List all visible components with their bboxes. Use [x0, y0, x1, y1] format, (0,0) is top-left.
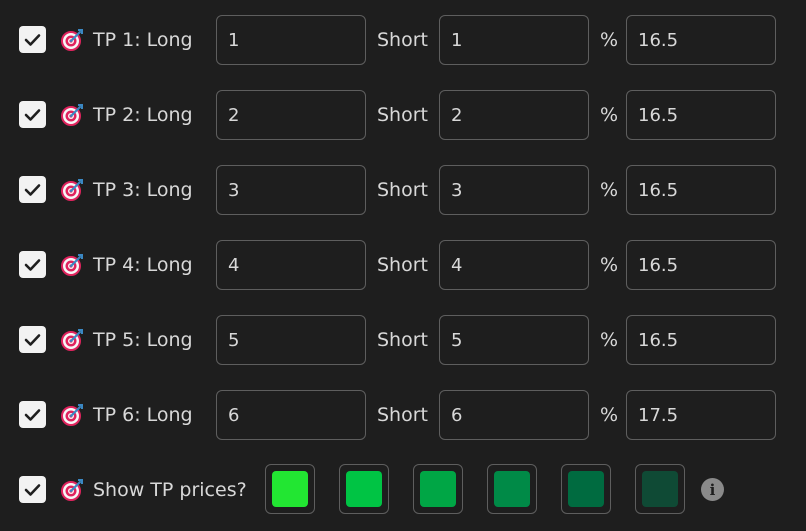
tp-1-color-swatch[interactable]	[265, 464, 315, 514]
target-dart-icon	[61, 254, 83, 276]
target-dart-icon	[61, 179, 83, 201]
percent-label: %	[600, 104, 619, 126]
tp-3-color-swatch[interactable]	[413, 464, 463, 514]
tp-enable-checkbox[interactable]	[19, 326, 46, 353]
tp-label: TP 6: Long	[93, 404, 193, 426]
tp-percent-input[interactable]	[626, 240, 776, 290]
short-label: Short	[377, 179, 428, 201]
tp-label: TP 2: Long	[93, 104, 193, 126]
target-dart-icon	[61, 104, 83, 126]
tp-row-3: TP 3: Long Short%	[0, 164, 806, 216]
tp-long-input[interactable]	[216, 390, 366, 440]
percent-label: %	[600, 404, 619, 426]
show-tp-prices-label: Show TP prices?	[93, 479, 247, 501]
info-icon[interactable]: i	[701, 478, 724, 501]
tp-long-input[interactable]	[216, 240, 366, 290]
tp-enable-checkbox[interactable]	[19, 401, 46, 428]
tp-label: TP 5: Long	[93, 329, 193, 351]
tp-row-5: TP 5: Long Short%	[0, 314, 806, 366]
tp-row-6: TP 6: Long Short%	[0, 389, 806, 441]
tp-row-4: TP 4: Long Short%	[0, 239, 806, 291]
checkmark-icon	[24, 408, 41, 421]
tp-short-input[interactable]	[439, 315, 589, 365]
tp-long-input[interactable]	[216, 165, 366, 215]
checkmark-icon	[24, 183, 41, 196]
tp-short-input[interactable]	[439, 240, 589, 290]
checkmark-icon	[24, 33, 41, 46]
percent-label: %	[600, 329, 619, 351]
percent-label: %	[600, 179, 619, 201]
tp-enable-checkbox[interactable]	[19, 101, 46, 128]
tp-percent-input[interactable]	[626, 15, 776, 65]
short-label: Short	[377, 254, 428, 276]
target-dart-icon	[61, 29, 83, 51]
tp-5-color-swatch[interactable]	[561, 464, 611, 514]
swatch-fill	[568, 471, 604, 507]
tp-label: TP 3: Long	[93, 179, 193, 201]
tp-percent-input[interactable]	[626, 90, 776, 140]
tp-enable-checkbox[interactable]	[19, 176, 46, 203]
tp-short-input[interactable]	[439, 15, 589, 65]
tp-percent-input[interactable]	[626, 165, 776, 215]
show-tp-prices-checkbox[interactable]	[19, 476, 46, 503]
tp-label: TP 1: Long	[93, 29, 193, 51]
tp-label: TP 4: Long	[93, 254, 193, 276]
tp-enable-checkbox[interactable]	[19, 26, 46, 53]
tp-enable-checkbox[interactable]	[19, 251, 46, 278]
swatch-fill	[642, 471, 678, 507]
tp-2-color-swatch[interactable]	[339, 464, 389, 514]
tp-long-input[interactable]	[216, 15, 366, 65]
tp-percent-input[interactable]	[626, 390, 776, 440]
checkmark-icon	[24, 483, 41, 496]
tp-4-color-swatch[interactable]	[487, 464, 537, 514]
swatch-fill	[494, 471, 530, 507]
checkmark-icon	[24, 333, 41, 346]
checkmark-icon	[24, 258, 41, 271]
tp-short-input[interactable]	[439, 390, 589, 440]
short-label: Short	[377, 29, 428, 51]
tp-row-1: TP 1: Long Short%	[0, 14, 806, 66]
target-dart-icon	[61, 404, 83, 426]
short-label: Short	[377, 104, 428, 126]
tp-long-input[interactable]	[216, 90, 366, 140]
target-dart-icon	[61, 479, 83, 501]
swatch-fill	[346, 471, 382, 507]
short-label: Short	[377, 404, 428, 426]
tp-short-input[interactable]	[439, 90, 589, 140]
tp-percent-input[interactable]	[626, 315, 776, 365]
show-tp-prices-row: Show TP prices? i	[0, 464, 806, 516]
tp-6-color-swatch[interactable]	[635, 464, 685, 514]
short-label: Short	[377, 329, 428, 351]
percent-label: %	[600, 254, 619, 276]
checkmark-icon	[24, 108, 41, 121]
tp-row-2: TP 2: Long Short%	[0, 89, 806, 141]
tp-short-input[interactable]	[439, 165, 589, 215]
swatch-fill	[420, 471, 456, 507]
swatch-fill	[272, 471, 308, 507]
target-dart-icon	[61, 329, 83, 351]
percent-label: %	[600, 29, 619, 51]
tp-long-input[interactable]	[216, 315, 366, 365]
